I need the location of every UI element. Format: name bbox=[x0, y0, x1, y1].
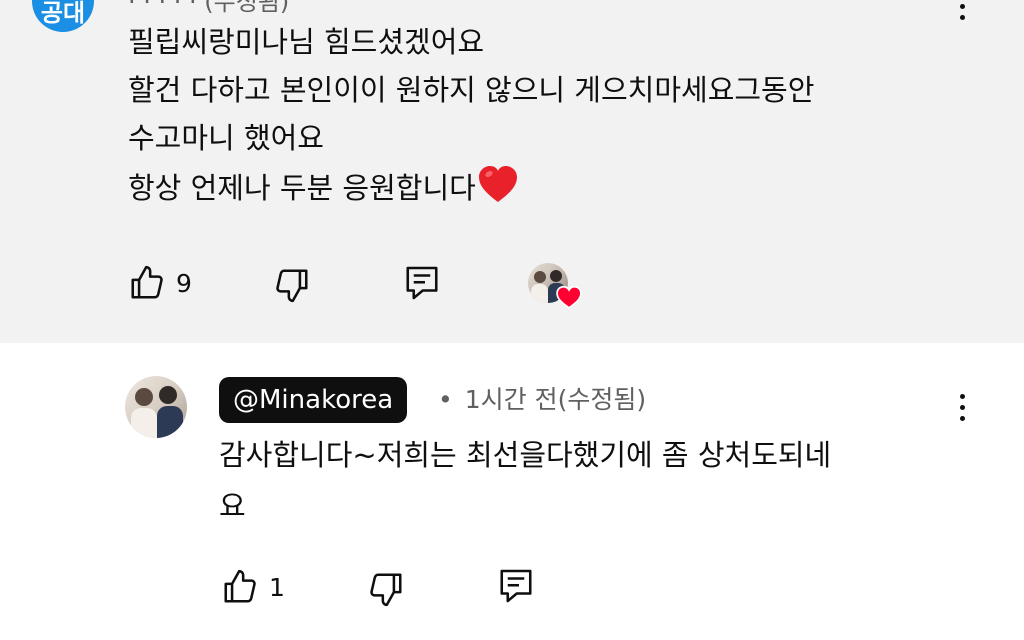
comment-body: 필립씨랑미나님 힘드셨겠어요 할건 다하고 본인이이 원하지 않으니 게으치마세… bbox=[128, 18, 814, 210]
reply-line: 감사합니다~저희는 최선을다했기에 좀 상처도되네 bbox=[219, 438, 832, 472]
like-count: 9 bbox=[176, 268, 192, 298]
comment-line: 항상 언제나 두분 응원합니다 bbox=[128, 171, 476, 205]
reply-like-button[interactable]: 1 bbox=[221, 568, 285, 606]
reply-author-name[interactable]: @Minakorea bbox=[219, 377, 408, 423]
comment-line: 필립씨랑미나님 힘드셨겠어요 bbox=[128, 25, 485, 59]
comment-reply-icon bbox=[500, 569, 532, 603]
reply-timestamp[interactable]: 1시간 전(수정됨) bbox=[465, 385, 646, 414]
thumbs-down-icon bbox=[276, 269, 308, 303]
meta-separator: • bbox=[438, 385, 453, 414]
reply-button[interactable] bbox=[404, 264, 440, 302]
comment-line: 수고마니 했어요 bbox=[128, 121, 324, 155]
comment-more-button[interactable] bbox=[952, 0, 972, 26]
red-heart-emoji-icon bbox=[478, 166, 517, 202]
reply-meta: • 1시간 전(수정됨) bbox=[438, 382, 646, 418]
reply-more-button[interactable] bbox=[952, 387, 972, 427]
reply-body: 감사합니다~저희는 최선을다했기에 좀 상처도되네 요 bbox=[219, 430, 831, 532]
thumbs-up-icon bbox=[131, 265, 163, 299]
reply-author-avatar[interactable] bbox=[125, 376, 187, 438]
like-button[interactable]: 9 bbox=[128, 264, 192, 302]
creator-heart-badge bbox=[528, 263, 582, 309]
commenter-avatar[interactable]: 공대 bbox=[32, 0, 94, 32]
comment-reply-icon bbox=[406, 266, 438, 300]
reply-dislike-button[interactable] bbox=[367, 570, 405, 608]
thumbs-up-icon bbox=[224, 569, 256, 603]
commenter-avatar-text: 공대 bbox=[40, 0, 86, 27]
more-vertical-icon bbox=[959, 393, 965, 399]
thumbs-down-icon bbox=[370, 573, 402, 607]
comment-line: 할건 다하고 본인이이 원하지 않으니 게으치마세요그동안 bbox=[128, 73, 815, 107]
reply-reply-button[interactable] bbox=[498, 567, 534, 605]
highlighted-comment: 공대 · · · · · (수정됨) 필립씨랑미나님 힘드셨겠어요 할건 다하고… bbox=[0, 0, 1024, 343]
creator-heart-icon bbox=[556, 285, 582, 309]
reply-like-count: 1 bbox=[269, 572, 285, 602]
comment-line-last: 항상 언제나 두분 응원합니다 bbox=[128, 162, 814, 210]
reply-line: 요 bbox=[219, 489, 246, 523]
comment-header: · · · · · (수정됨) bbox=[128, 0, 290, 16]
dislike-button[interactable] bbox=[273, 266, 311, 304]
